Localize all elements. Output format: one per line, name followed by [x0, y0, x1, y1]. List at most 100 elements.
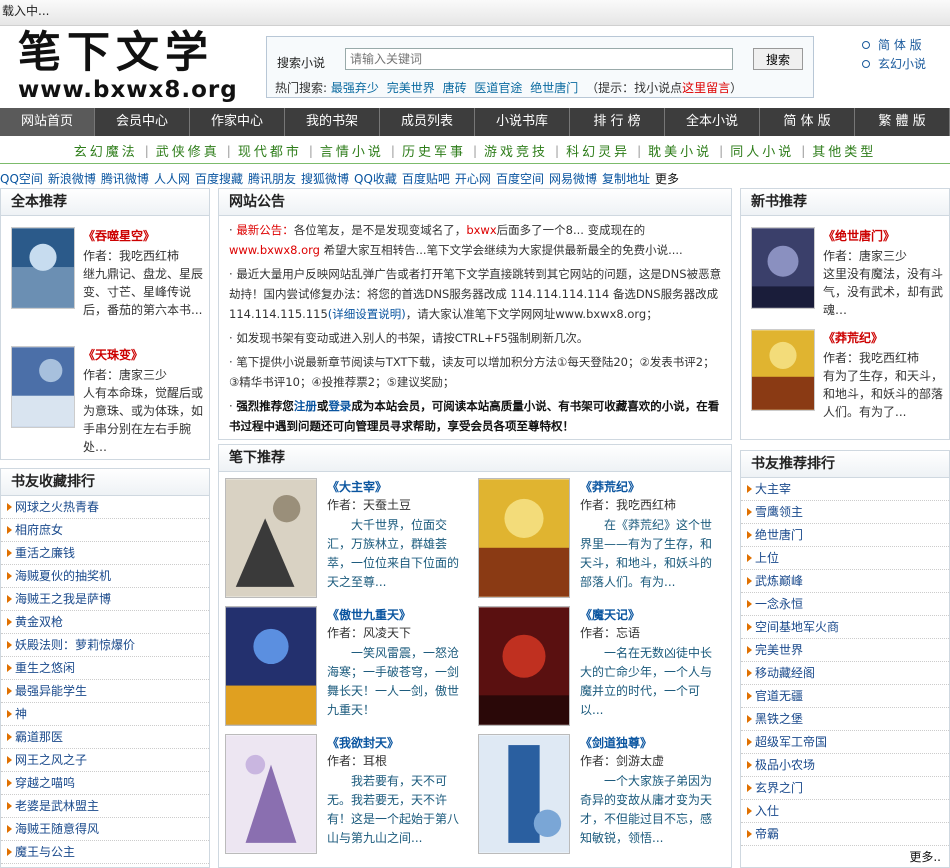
book-title[interactable]: 《天珠变》 [83, 346, 143, 363]
book-item[interactable]: 《魔天记》 作者：忘语 一名在无数凶徒中长大的亡命少年，一个人与魔并立的时代，一… [478, 606, 728, 730]
book-item[interactable]: 《剑道独尊》 作者：剑游太虚 一个大家族子弟因为奇异的变故从庸才变为天才，不但能… [478, 734, 728, 858]
rank-item[interactable]: 空间基地军火商 [741, 616, 949, 639]
rank-item[interactable]: 帝霸 [741, 823, 949, 846]
login-link[interactable]: 登录 [328, 399, 351, 413]
rank-item[interactable]: 绝世唐门 [741, 524, 949, 547]
book-cover[interactable] [478, 478, 570, 598]
site-logo[interactable]: 笔下文学 www.bxwx8.org [18, 30, 238, 106]
rank-item[interactable]: 海贼王随意得风 [1, 818, 209, 841]
rank-item[interactable]: 入仕 [741, 800, 949, 823]
book-title[interactable]: 《莽荒纪》 [580, 478, 640, 495]
book-cover[interactable] [751, 329, 815, 411]
category-link[interactable]: 科幻灵异 [559, 141, 637, 160]
nav-item[interactable]: 我的书架 [285, 108, 380, 136]
nav-item[interactable]: 简 体 版 [760, 108, 855, 136]
rank-item[interactable]: 黄金双枪 [1, 611, 209, 634]
book-title[interactable]: 《莽荒纪》 [823, 329, 883, 346]
share-link[interactable]: 搜狐微博 [301, 172, 349, 186]
book-title[interactable]: 《傲世九重天》 [327, 606, 411, 623]
category-link[interactable]: 武侠修真 [149, 141, 227, 160]
nav-item[interactable]: 成员列表 [380, 108, 475, 136]
rank-item[interactable]: 网王之风之子 [1, 749, 209, 772]
book-title[interactable]: 《吞噬星空》 [83, 227, 155, 244]
rank-item[interactable]: 相府庶女 [1, 519, 209, 542]
hot-term[interactable]: 唐砖 [443, 81, 467, 95]
share-link[interactable]: 百度空间 [496, 172, 544, 186]
share-link[interactable]: 复制地址 [602, 172, 650, 186]
book-cover[interactable] [225, 734, 317, 854]
book-item[interactable]: 《傲世九重天》 作者：风凌天下 一笑风雷震，一怒沧海寒；一手破苍穹，一剑舞长天！… [225, 606, 475, 730]
share-link[interactable]: 百度搜藏 [195, 172, 243, 186]
category-link[interactable]: 言情小说 [313, 141, 391, 160]
share-link[interactable]: QQ空间 [0, 172, 43, 186]
nav-item[interactable]: 排 行 榜 [570, 108, 665, 136]
rank-item[interactable]: 穿越之喵呜 [1, 772, 209, 795]
rank-item[interactable]: 黑铁之堡 [741, 708, 949, 731]
book-title[interactable]: 《大主宰》 [327, 478, 387, 495]
book-title[interactable]: 《魔天记》 [580, 606, 640, 623]
book-item[interactable]: 《大主宰》 作者：天蚕土豆 大千世界，位面交汇，万族林立，群雄荟萃，一位位来自下… [225, 478, 475, 602]
rank-item[interactable]: 武炼巅峰 [741, 570, 949, 593]
rank-item[interactable]: 老婆是武林盟主 [1, 795, 209, 818]
nav-item[interactable]: 会员中心 [95, 108, 190, 136]
share-more[interactable]: 更多 [655, 172, 679, 186]
rank-item[interactable]: 大主宰 [741, 478, 949, 501]
category-link[interactable]: 游戏竞技 [477, 141, 555, 160]
rank-item[interactable]: 海贼夏伙的抽奖机 [1, 565, 209, 588]
rank-item[interactable]: 一念永恒 [741, 593, 949, 616]
book-cover[interactable] [11, 346, 75, 428]
rank-item[interactable]: 霸道那医 [1, 726, 209, 749]
search-button[interactable]: 搜索 [753, 48, 803, 70]
book-title[interactable]: 《我欲封天》 [327, 734, 399, 751]
dns-help-link[interactable]: (详细设置说明) [328, 307, 406, 321]
rank-item[interactable]: 玄界之门 [741, 777, 949, 800]
simplified-link[interactable]: 简 体 版 [862, 36, 942, 55]
rank-item[interactable]: 魔王与公主 [1, 841, 209, 864]
rank-item[interactable]: 神 [1, 703, 209, 726]
nav-item[interactable]: 作家中心 [190, 108, 285, 136]
book-cover[interactable] [225, 478, 317, 598]
rank-item[interactable]: 上位 [741, 547, 949, 570]
rank-item[interactable]: 极品小农场 [741, 754, 949, 777]
share-link[interactable]: QQ收藏 [354, 172, 397, 186]
nav-item[interactable]: 小说书库 [475, 108, 570, 136]
rank-item[interactable]: 网球之火热青春 [1, 496, 209, 519]
more-link[interactable]: 更多.. [909, 848, 941, 865]
rank-item[interactable]: 完美世界 [741, 639, 949, 662]
nav-item[interactable]: 网站首页 [0, 108, 95, 136]
share-link[interactable]: 网易微博 [549, 172, 597, 186]
share-link[interactable]: 人人网 [154, 172, 190, 186]
rank-item[interactable]: 最强异能学生 [1, 680, 209, 703]
rank-item[interactable]: 海贼王之我是萨博 [1, 588, 209, 611]
leave-message-link[interactable]: 这里留言 [682, 81, 730, 95]
book-cover[interactable] [478, 606, 570, 726]
hot-term[interactable]: 绝世唐门 [530, 81, 578, 95]
share-link[interactable]: 腾讯微博 [101, 172, 149, 186]
category-link[interactable]: 耽美小说 [641, 141, 719, 160]
book-cover[interactable] [11, 227, 75, 309]
rank-item[interactable]: 移动藏经阁 [741, 662, 949, 685]
share-link[interactable]: 新浪微博 [48, 172, 96, 186]
rank-item[interactable]: 雪鹰领主 [741, 501, 949, 524]
rank-item[interactable]: 妖殿法则：萝莉惊爆价 [1, 634, 209, 657]
category-link[interactable]: 同人小说 [723, 141, 801, 160]
rank-item[interactable]: 重活之廉钱 [1, 542, 209, 565]
rank-item[interactable]: 超级军工帝国 [741, 731, 949, 754]
register-link[interactable]: 注册 [294, 399, 317, 413]
notice-url[interactable]: www.bxwx8.org [229, 243, 320, 257]
book-title[interactable]: 《绝世唐门》 [823, 227, 895, 244]
book-item[interactable]: 《我欲封天》 作者：耳根 我若要有，天不可无。我若要无，天不许有！这是一个起始于… [225, 734, 475, 858]
share-link[interactable]: 开心网 [455, 172, 491, 186]
category-link[interactable]: 历史军事 [395, 141, 473, 160]
share-link[interactable]: 百度贴吧 [402, 172, 450, 186]
search-input[interactable] [345, 48, 733, 70]
book-cover[interactable] [225, 606, 317, 726]
book-item[interactable]: 《莽荒纪》 作者：我吃西红柿 在《莽荒纪》这个世界里——有为了生存，和天斗，和地… [478, 478, 728, 602]
nav-item[interactable]: 繁 體 版 [855, 108, 950, 136]
share-link[interactable]: 腾讯朋友 [248, 172, 296, 186]
rank-item[interactable]: 重生之悠闲 [1, 657, 209, 680]
book-cover[interactable] [751, 227, 815, 309]
hot-term[interactable]: 完美世界 [387, 81, 435, 95]
category-link[interactable]: 玄幻魔法 [67, 141, 145, 160]
hot-term[interactable]: 医道官途 [474, 81, 522, 95]
